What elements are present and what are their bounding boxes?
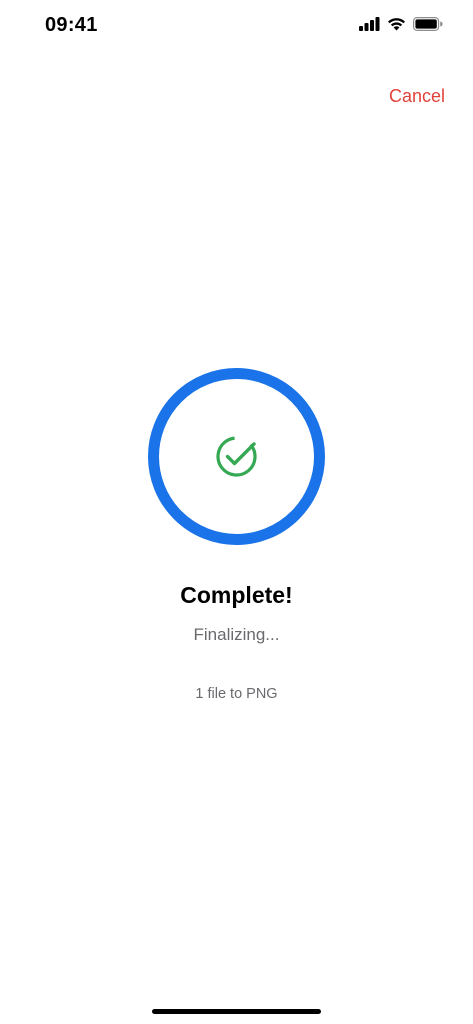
status-bar: 09:41 <box>0 0 473 54</box>
wifi-icon <box>387 17 406 31</box>
conversion-detail: 1 file to PNG <box>195 686 278 702</box>
status-subtitle: Finalizing... <box>193 625 280 644</box>
cellular-signal-icon <box>359 17 380 31</box>
progress-ring-arc <box>148 368 325 545</box>
status-time: 09:41 <box>45 14 98 36</box>
battery-icon <box>413 17 443 31</box>
status-icons <box>359 17 443 31</box>
check-circle-icon <box>216 436 257 477</box>
progress-ring <box>148 368 325 545</box>
status-title: Complete! <box>180 582 293 608</box>
cancel-button[interactable]: Cancel <box>389 86 445 107</box>
home-indicator[interactable] <box>152 1009 321 1014</box>
